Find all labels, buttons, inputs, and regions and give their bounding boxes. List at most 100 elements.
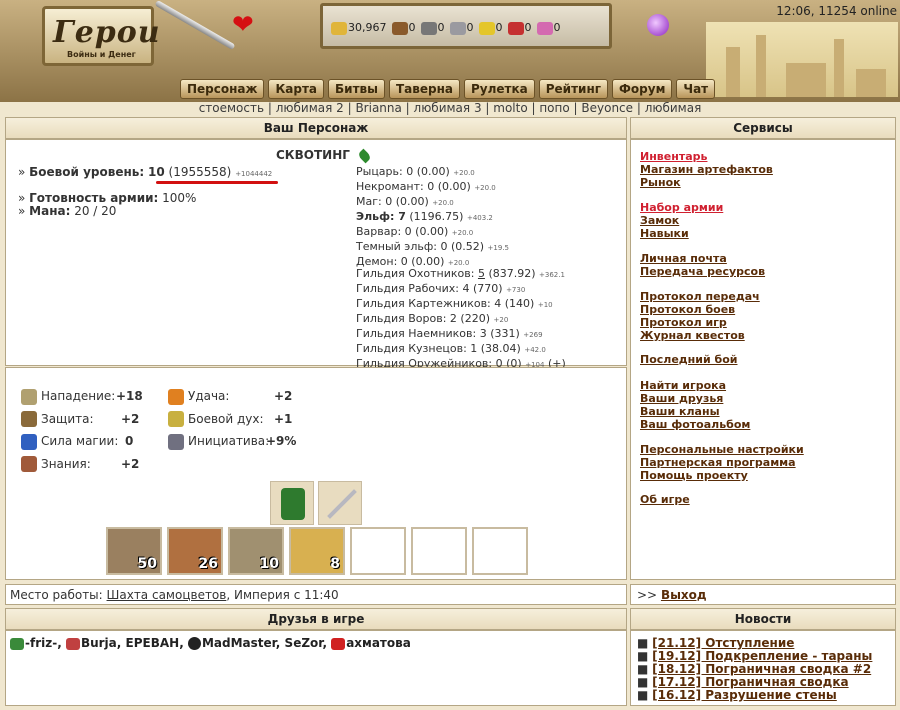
nav-chat[interactable]: Чат — [676, 79, 716, 99]
service-resource-transfer[interactable]: Передача ресурсов — [640, 265, 765, 278]
mana-row: » Мана: 20 / 20 — [18, 204, 117, 218]
service-clans[interactable]: Ваши кланы — [640, 405, 750, 418]
friend-item[interactable]: SeZor, — [285, 636, 327, 650]
friend-item[interactable]: ахматова — [331, 636, 411, 650]
character-panel-title: Ваш Персонаж — [5, 117, 627, 139]
service-transfer-log[interactable]: Протокол передач — [640, 290, 760, 303]
friend-item[interactable]: MadMaster, — [187, 636, 280, 650]
nav-tavern[interactable]: Таверна — [389, 79, 460, 99]
heart-icon[interactable]: ❤ — [232, 10, 254, 40]
service-market[interactable]: Рынок — [640, 176, 773, 189]
guild-mercenaries: Гильдия Наемников: 3 (331) +269 — [356, 327, 543, 340]
guild-hunters-link[interactable]: 5 — [478, 267, 485, 280]
army-slot-4[interactable]: 8 — [289, 527, 345, 575]
service-photo-album[interactable]: Ваш фотоальбом — [640, 418, 750, 431]
service-find-player[interactable]: Найти игрока — [640, 379, 750, 392]
stats-right: Удача: +2 Боевой дух: +1 Инициатива: +9% — [168, 385, 296, 453]
guild-thieves: Гильдия Воров: 2 (220) +20 — [356, 312, 509, 325]
friends-panel: -friz-, Burja, ЕРЕВАН, MadMaster, SeZor,… — [5, 630, 627, 706]
army-slot-5[interactable] — [350, 527, 406, 575]
service-game-log[interactable]: Протокол игр — [640, 316, 760, 329]
stats-panel: Нападение: +18 Защита: +2 Сила магии: 0 Зна… — [5, 367, 627, 580]
services-group-7: Персональные настройки Партнерская прогр… — [640, 443, 804, 482]
rainbow-icon — [168, 388, 184, 405]
friend-item[interactable]: ЕРЕВАН, — [126, 636, 184, 650]
faction-barbarian: Варвар: 0 (0.00) +20.0 — [356, 225, 474, 238]
stat-morale: Боевой дух: +1 — [168, 408, 292, 431]
services-group-4: Протокол передач Протокол боев Протокол … — [640, 290, 760, 342]
sword-decoration — [154, 0, 236, 51]
army-slot-1[interactable]: 50 — [106, 527, 162, 575]
service-artifact-shop[interactable]: Магазин артефактов — [640, 163, 773, 176]
service-personal-settings[interactable]: Персональные настройки — [640, 443, 804, 456]
stat-initiative: Инициатива: +9% — [168, 430, 296, 453]
sword-equipment-icon[interactable] — [318, 481, 362, 525]
resource-bar: 30,967 0 0 0 0 0 0 — [320, 3, 612, 49]
service-personal-mail[interactable]: Личная почта — [640, 252, 765, 265]
service-castle[interactable]: Замок — [640, 214, 723, 227]
wood-icon — [391, 21, 408, 35]
friend-item[interactable]: -friz-, — [10, 636, 62, 650]
friends-panel-title: Друзья в игре — [5, 608, 627, 630]
quick-links[interactable]: стоемость | любимая 2 | Brianna | любима… — [0, 101, 900, 115]
leaf-icon — [357, 148, 373, 163]
wings-icon — [168, 411, 184, 427]
service-battle-log[interactable]: Протокол боев — [640, 303, 760, 316]
book-icon — [21, 456, 37, 472]
experience-value: (1955558) — [168, 165, 232, 179]
army-readiness-row: » Готовность армии: 100% — [18, 191, 197, 205]
nav-rating[interactable]: Рейтинг — [538, 79, 609, 99]
faction-list: Рыцарь: 0 (0.00) +20.0 Некромант: 0 (0.0… — [356, 165, 509, 270]
nav-roulette[interactable]: Рулетка — [464, 79, 535, 99]
resource-mercury: 0 — [449, 21, 474, 35]
main-nav: Персонаж Карта Битвы Таверна Рулетка Рей… — [180, 79, 716, 99]
army-slot-3[interactable]: 10 — [228, 527, 284, 575]
news-list: ■ [21.12] Отступление ■ [19.12] Подкрепл… — [637, 637, 872, 702]
resource-ore: 0 — [420, 21, 445, 35]
nav-battles[interactable]: Битвы — [328, 79, 385, 99]
armor-equipment-icon[interactable] — [270, 481, 314, 525]
service-support-project[interactable]: Помощь проекту — [640, 469, 804, 482]
friends-list: -friz-, Burja, ЕРЕВАН, MadMaster, SeZor,… — [10, 636, 411, 650]
gold-icon — [331, 21, 347, 35]
friend-item[interactable]: Burja, — [65, 636, 121, 650]
guild-hunters: Гильдия Охотников: 5 (837.92) +362.1 — [356, 267, 565, 280]
nav-map[interactable]: Карта — [268, 79, 325, 99]
service-quest-journal[interactable]: Журнал квестов — [640, 329, 760, 342]
clan-icon — [65, 637, 80, 650]
clan-icon — [187, 637, 201, 650]
service-recruit-army[interactable]: Набор армии — [640, 201, 723, 214]
services-group-5: Последний бой — [640, 353, 737, 366]
services-group-8: Об игре — [640, 493, 690, 506]
exit-link[interactable]: Выход — [661, 588, 707, 602]
stats-left: Нападение: +18 Защита: +2 Сила магии: 0 Зна… — [21, 385, 143, 475]
workplace-link[interactable]: Шахта самоцветов — [107, 588, 227, 602]
service-inventory[interactable]: Инвентарь — [640, 150, 773, 163]
nav-forum[interactable]: Форум — [612, 79, 673, 99]
castle-illustration — [706, 22, 898, 97]
services-panel-title: Сервисы — [630, 117, 896, 139]
service-skills[interactable]: Навыки — [640, 227, 723, 240]
army-slot-2[interactable]: 26 — [167, 527, 223, 575]
red-underline — [156, 181, 278, 184]
combat-level-row: » Боевой уровень: 10 (1955558) +1044442 — [18, 165, 273, 179]
nav-character[interactable]: Персонаж — [180, 79, 265, 99]
service-friends[interactable]: Ваши друзья — [640, 392, 750, 405]
character-panel: СКВОТИНГ » Боевой уровень: 10 (1955558) … — [5, 139, 627, 370]
faction-dark-elf: Темный эльф: 0 (0.52) +19.5 — [356, 240, 509, 253]
service-partner-program[interactable]: Партнерская программа — [640, 456, 804, 469]
guild-gamblers: Гильдия Картежников: 4 (140) +10 — [356, 297, 553, 310]
game-logo[interactable]: Герои Войны и Денег — [42, 6, 160, 66]
news-panel: ■ [21.12] Отступление ■ [19.12] Подкрепл… — [630, 630, 896, 706]
resource-gold: 30,967 — [331, 21, 387, 35]
service-last-battle[interactable]: Последний бой — [640, 353, 737, 366]
news-item[interactable]: ■ [16.12] Разрушение стены — [637, 689, 872, 702]
guild-list: Гильдия Охотников: 5 (837.92) +362.1 Гил… — [356, 267, 566, 372]
service-about-game[interactable]: Об игре — [640, 493, 690, 506]
army-slot-7[interactable] — [472, 527, 528, 575]
stat-attack: Нападение: +18 — [21, 385, 143, 408]
army-slot-6[interactable] — [411, 527, 467, 575]
sulfur-icon — [478, 21, 495, 35]
resource-wood: 0 — [391, 21, 416, 35]
potion-icon[interactable] — [647, 14, 669, 36]
